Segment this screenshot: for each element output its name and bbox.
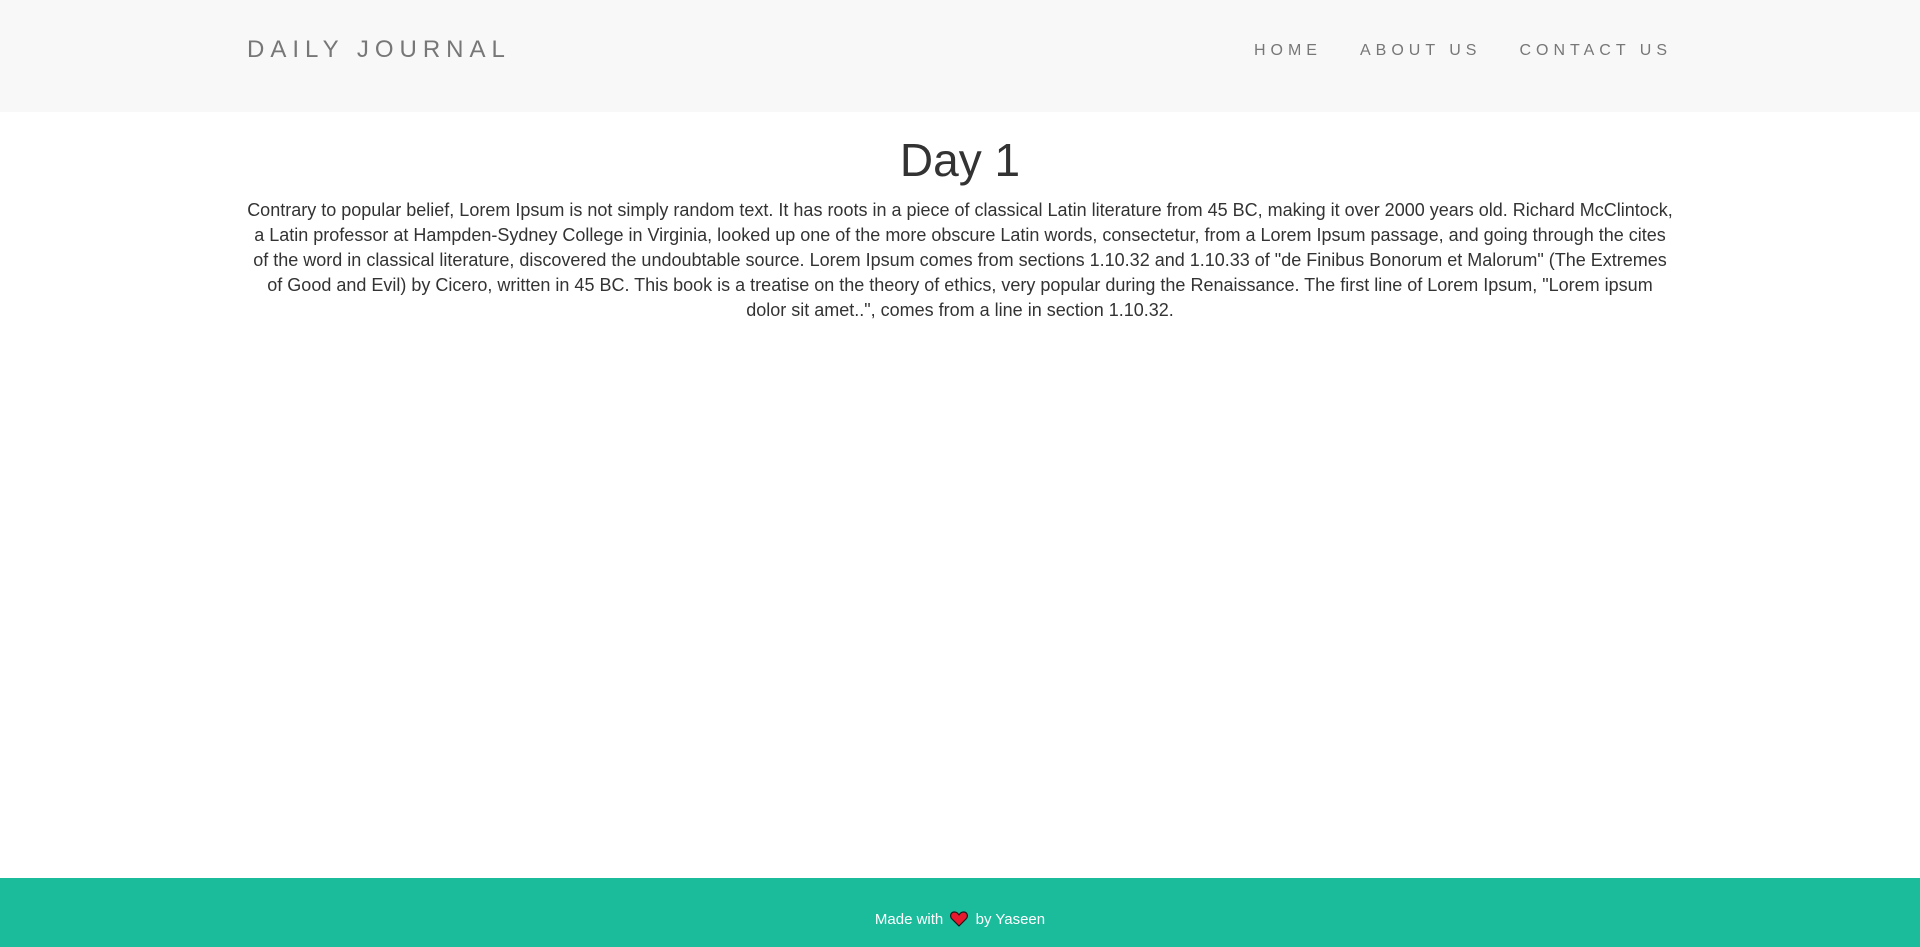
nav-item-contact: CONTACT US bbox=[1519, 41, 1672, 61]
post-content: Day 1 Contrary to popular belief, Lorem … bbox=[247, 112, 1673, 323]
nav-item-home: HOME bbox=[1254, 41, 1322, 61]
nav-link-contact-us[interactable]: CONTACT US bbox=[1519, 42, 1672, 59]
post-body: Contrary to popular belief, Lorem Ipsum … bbox=[247, 200, 1673, 320]
nav-link-home[interactable]: HOME bbox=[1254, 42, 1322, 59]
brand-link[interactable]: DAILY JOURNAL bbox=[247, 36, 511, 64]
footer-prefix: Made with bbox=[874, 911, 944, 928]
post-title: Day 1 bbox=[899, 134, 1021, 186]
footer-credit: Made with by Yaseen bbox=[0, 911, 1920, 932]
nav-menu: HOME ABOUT US CONTACT US bbox=[1254, 41, 1672, 61]
footer-suffix: by Yaseen bbox=[975, 911, 1046, 928]
nav-link-about-us[interactable]: ABOUT US bbox=[1360, 42, 1482, 59]
heart-icon bbox=[950, 911, 969, 932]
navbar: DAILY JOURNAL HOME ABOUT US CONTACT US bbox=[0, 0, 1920, 112]
nav-item-about: ABOUT US bbox=[1360, 41, 1482, 61]
footer: Made with by Yaseen bbox=[0, 878, 1920, 947]
